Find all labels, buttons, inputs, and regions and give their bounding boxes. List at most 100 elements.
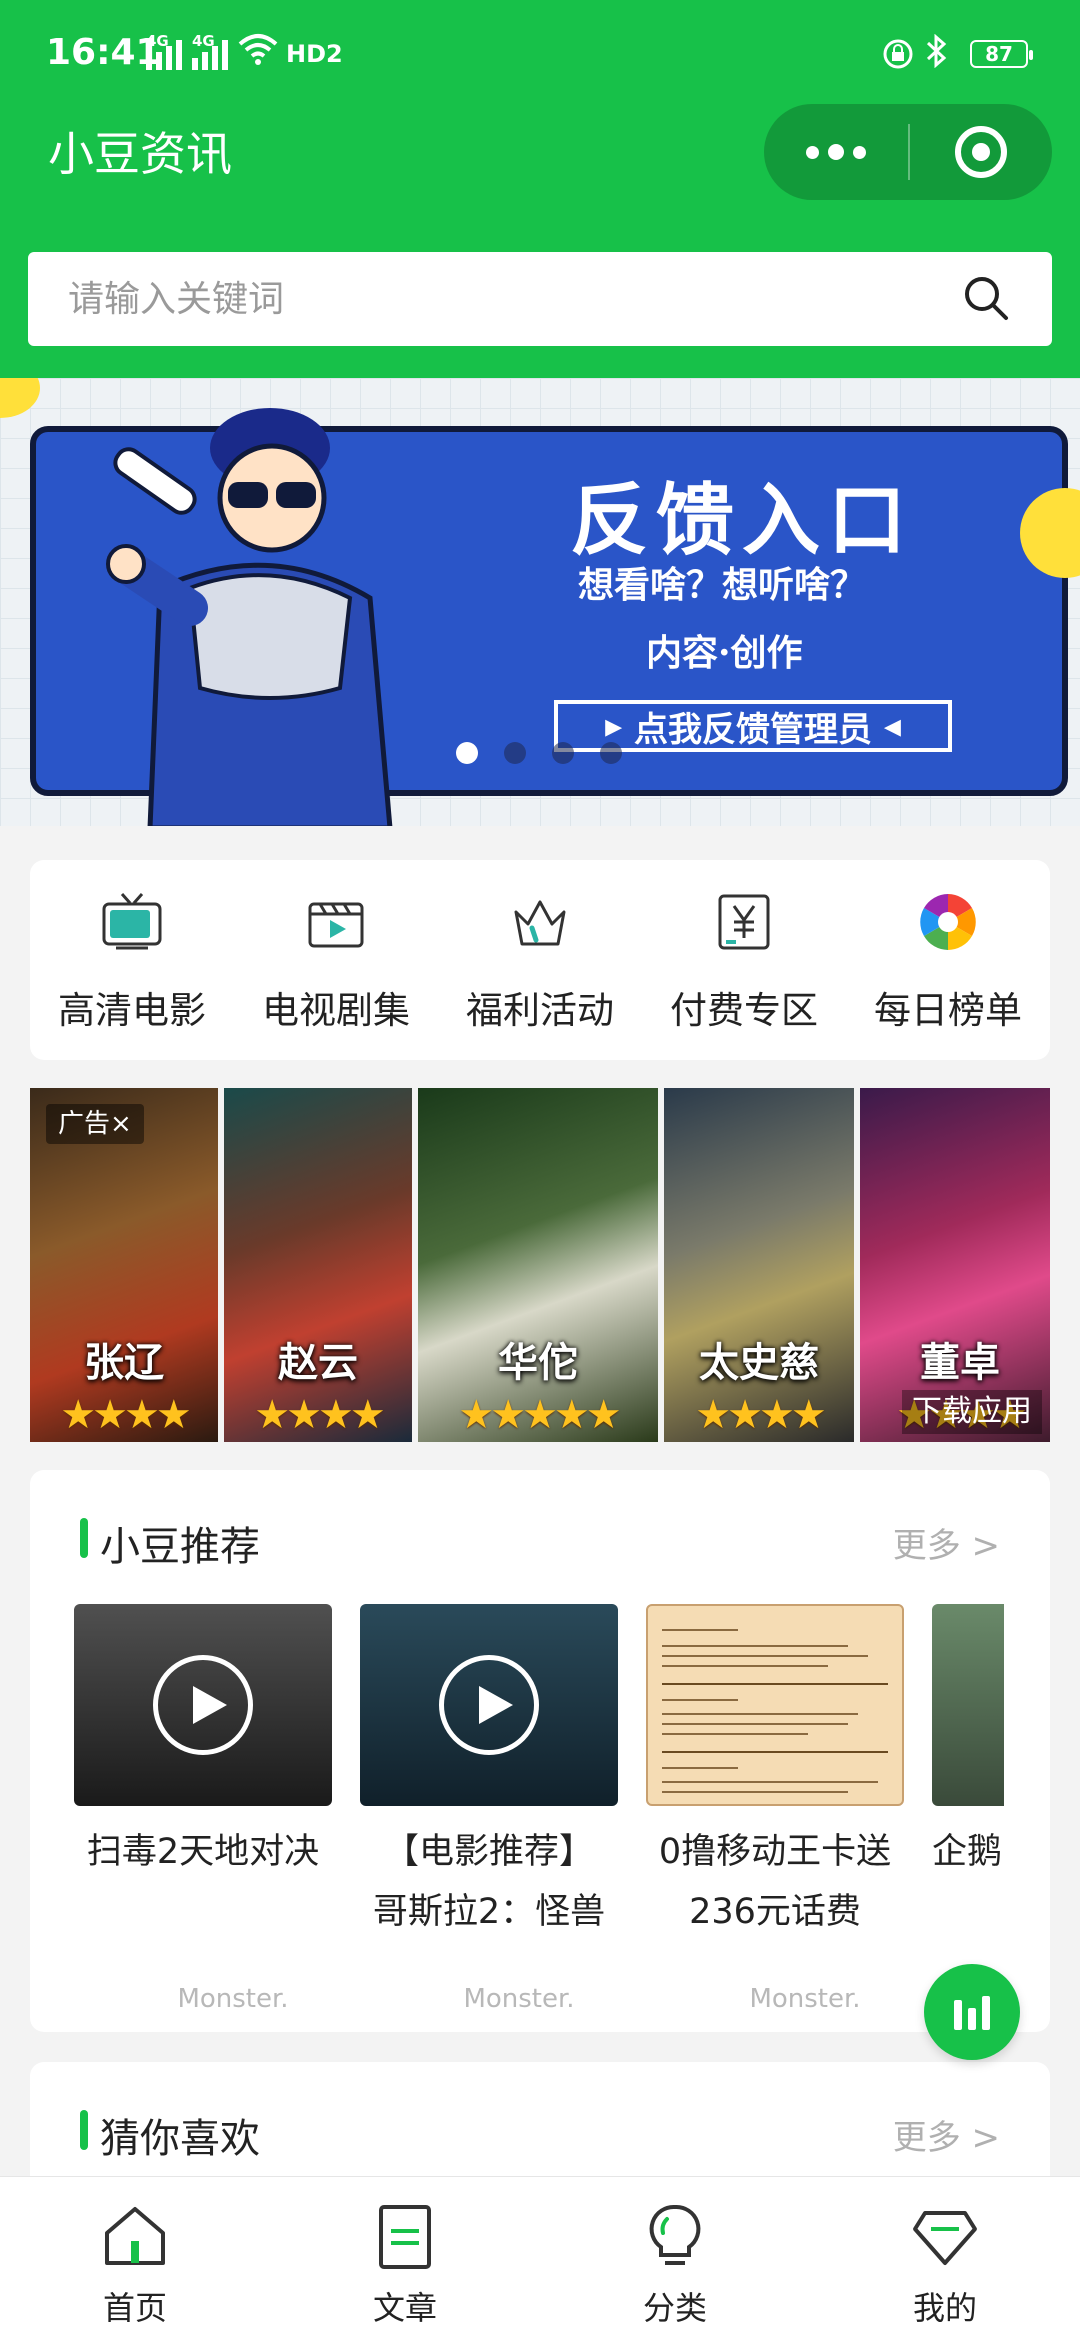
hero-stars: ★★★★: [695, 1392, 826, 1438]
signal-2-icon: 4G: [192, 32, 228, 70]
wifi-icon: [238, 32, 278, 74]
target-icon: [955, 126, 1007, 178]
hero-name: 张辽: [84, 1340, 164, 1386]
stats-float-button[interactable]: [924, 1964, 1020, 2060]
category-tv-series[interactable]: 电视剧集: [234, 860, 438, 1060]
bottom-tab-bar: 首页 文章 分类 我的: [0, 2176, 1080, 2340]
more-link[interactable]: 更多 >: [893, 2110, 1000, 2159]
article-icon: [379, 2205, 431, 2269]
hero-name: 太史慈: [699, 1340, 819, 1386]
section-header: 小豆推荐 更多 >: [30, 1470, 1050, 1570]
more-link[interactable]: 更多 >: [893, 1518, 1000, 1567]
tab-article[interactable]: 文章: [270, 2177, 540, 2340]
article-thumbnail: [646, 1604, 904, 1806]
banner-subtitle: 想看啥？想听啥？: [578, 564, 867, 606]
hero-card[interactable]: 华佗 ★★★★★: [418, 1088, 658, 1442]
app-title: 小豆资讯: [48, 127, 232, 181]
hero-stars: ★★★★★: [458, 1392, 621, 1438]
dot-icon: [806, 145, 819, 159]
recommend-item[interactable]: 【电影推荐】 哥斯拉2：怪兽: [360, 1604, 618, 1942]
carousel-dot[interactable]: [456, 742, 478, 764]
clapper-icon: [308, 902, 364, 948]
tab-label: 文章: [372, 2289, 437, 2327]
bulb-icon: [649, 2204, 701, 2265]
status-bar: 16:41 4G 4G HD2 87: [0, 0, 1080, 106]
recommend-item[interactable]: 企鹅: [932, 1604, 1004, 1882]
category-daily-ranking[interactable]: 每日榜单: [846, 860, 1050, 1060]
dot-icon: [828, 144, 844, 160]
category-paid[interactable]: 付费专区: [642, 860, 846, 1060]
item-title-line2: 236元话费: [689, 1892, 861, 1932]
close-program-button[interactable]: [910, 104, 1052, 200]
search-input[interactable]: [68, 252, 968, 346]
banner-subtitle-2: 内容·创作: [646, 632, 803, 674]
mini-program-capsule: [764, 104, 1052, 200]
category-label: 电视剧集: [262, 989, 410, 1032]
hero-name: 赵云: [278, 1340, 358, 1386]
recommend-section: 小豆推荐 更多 > 扫毒2天地对决 【电影推荐】 哥斯拉2：怪兽 0撸移动王卡送…: [30, 1470, 1050, 2032]
search-bar: [28, 252, 1052, 346]
game-ad-banner[interactable]: 广告× 张辽 ★★★★ 赵云 ★★★★ 华佗 ★★★★★ 太史慈 ★★★★ 董卓…: [30, 1088, 1050, 1442]
hero-card[interactable]: 赵云 ★★★★: [224, 1088, 412, 1442]
recommend-item[interactable]: 0撸移动王卡送 236元话费: [646, 1604, 904, 1942]
recommend-list: 扫毒2天地对决 【电影推荐】 哥斯拉2：怪兽 0撸移动王卡送 236元话费 企鹅: [74, 1604, 1004, 1954]
hero-stars: ★★★★: [60, 1392, 191, 1438]
category-label: 付费专区: [670, 989, 818, 1032]
item-title-line2: 哥斯拉2：怪兽: [372, 1892, 606, 1932]
yen-icon: [718, 894, 770, 950]
more-menu-button[interactable]: [764, 104, 908, 200]
tab-label: 我的: [912, 2289, 977, 2327]
play-icon: [153, 1655, 253, 1755]
video-thumbnail: [360, 1604, 618, 1806]
crown-icon: [514, 900, 566, 946]
home-icon: [105, 2207, 165, 2265]
tab-profile[interactable]: 我的: [810, 2177, 1080, 2340]
tab-home[interactable]: 首页: [0, 2177, 270, 2340]
category-label: 每日榜单: [874, 989, 1022, 1032]
item-title: 企鹅: [932, 1832, 1003, 1872]
item-source: Monster.: [749, 1984, 861, 2014]
cartoon-character-illustration: [106, 408, 393, 826]
tab-category[interactable]: 分类: [540, 2177, 810, 2340]
article-thumbnail: [932, 1604, 1004, 1806]
recommend-item[interactable]: 扫毒2天地对决: [74, 1604, 332, 1882]
category-grid: 高清电影 电视剧集 福利活动 付费专区 每日榜单: [30, 860, 1050, 1060]
bar-chart-icon: [982, 1996, 990, 2030]
section-header: 猜你喜欢 更多 >: [30, 2062, 1050, 2162]
item-source: Monster.: [463, 1984, 575, 2014]
carousel-dot[interactable]: [552, 742, 574, 764]
tv-icon: [102, 893, 162, 950]
hero-stars: ★★★★: [254, 1392, 385, 1438]
header: 16:41 4G 4G HD2 87 小豆资讯: [0, 0, 1080, 378]
feedback-banner[interactable]: 反馈入口 想看啥？想听啥？ 内容·创作 ▸ 点我反馈管理员 ◂: [0, 378, 1080, 826]
banner-title: 反馈入口: [570, 475, 915, 566]
bar-chart-icon: [968, 2008, 976, 2030]
item-title: 【电影推荐】: [383, 1832, 594, 1872]
decorative-sun: [0, 378, 40, 418]
carousel-dot[interactable]: [600, 742, 622, 764]
item-title: 扫毒2天地对决: [86, 1832, 320, 1872]
hd-voice-icon: HD2: [286, 40, 343, 68]
download-app-button[interactable]: 下载应用: [902, 1390, 1042, 1434]
document-preview-image: [662, 1629, 888, 1793]
hero-name: 华佗: [498, 1340, 578, 1386]
search-icon[interactable]: [962, 274, 1010, 322]
category-label: 高清电影: [58, 989, 206, 1032]
carousel-dot[interactable]: [504, 742, 526, 764]
bluetooth-icon: [924, 33, 950, 76]
section-title: 猜你喜欢: [100, 2116, 260, 2162]
section-title: 小豆推荐: [100, 1524, 260, 1570]
category-welfare[interactable]: 福利活动: [438, 860, 642, 1060]
hero-card[interactable]: 太史慈 ★★★★: [664, 1088, 854, 1442]
battery-icon: 87: [970, 40, 1033, 68]
category-label: 福利活动: [466, 989, 614, 1032]
ad-close-tag[interactable]: 广告×: [46, 1104, 144, 1144]
tab-label: 首页: [102, 2289, 167, 2327]
category-hd-movies[interactable]: 高清电影: [30, 860, 234, 1060]
tab-label: 分类: [642, 2289, 707, 2327]
section-accent-bar: [80, 2110, 88, 2150]
carousel-dots: [456, 742, 622, 764]
video-thumbnail: [74, 1604, 332, 1806]
hero-card[interactable]: 董卓 ★★★★: [860, 1088, 1050, 1442]
feedback-admin-label: 点我反馈管理员: [634, 709, 872, 750]
